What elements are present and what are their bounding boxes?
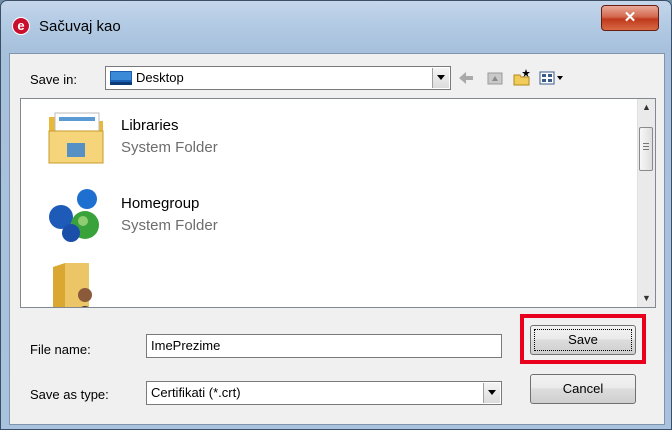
- libraries-folder-icon: [48, 112, 104, 164]
- scroll-down-icon[interactable]: ▼: [638, 290, 655, 307]
- save-as-type-value: Certifikati (*.crt): [151, 385, 241, 400]
- back-arrow-icon[interactable]: [456, 68, 476, 88]
- homegroup-icon: [49, 189, 99, 242]
- save-as-dialog: e Sačuvaj kao ✕ Save in: Desktop Librari…: [0, 0, 672, 430]
- list-item[interactable]: [21, 255, 639, 307]
- close-button[interactable]: ✕: [601, 5, 659, 31]
- scroll-up-icon[interactable]: ▲: [638, 99, 655, 116]
- user-folder-icon: [53, 263, 92, 307]
- save-as-type-dropdown[interactable]: Certifikati (*.crt): [146, 381, 502, 405]
- save-in-value: Desktop: [136, 70, 184, 85]
- scroll-thumb[interactable]: [639, 127, 653, 171]
- list-item[interactable]: Libraries System Folder: [21, 99, 639, 177]
- dialog-body: Save in: Desktop Libraries System Folder…: [9, 53, 665, 425]
- file-list[interactable]: Libraries System Folder Homegroup System…: [20, 98, 656, 308]
- file-name: Homegroup: [121, 195, 200, 212]
- file-name-value: ImePrezime: [151, 338, 221, 353]
- vertical-scrollbar[interactable]: ▲ ▼: [637, 99, 655, 307]
- save-as-type-label: Save as type:: [30, 387, 109, 402]
- app-icon: e: [12, 17, 30, 35]
- save-in-dropdown[interactable]: Desktop: [105, 66, 451, 90]
- file-type: System Folder: [121, 217, 218, 234]
- title-bar[interactable]: e Sačuvaj kao ✕: [1, 1, 671, 53]
- focus-ring: [534, 329, 632, 351]
- desktop-icon: [110, 71, 132, 85]
- file-type: System Folder: [121, 139, 218, 156]
- file-name-input[interactable]: ImePrezime: [146, 334, 502, 358]
- chevron-down-icon[interactable]: [483, 383, 500, 403]
- save-button[interactable]: Save: [530, 325, 636, 355]
- list-item[interactable]: Homegroup System Folder: [21, 177, 639, 255]
- file-name: Libraries: [121, 117, 179, 134]
- new-folder-icon[interactable]: [512, 68, 532, 88]
- file-name-label: File name:: [30, 342, 91, 357]
- up-folder-icon[interactable]: [485, 68, 505, 88]
- save-in-label: Save in:: [30, 72, 77, 87]
- cancel-button-label: Cancel: [562, 381, 604, 396]
- cancel-button[interactable]: Cancel: [530, 374, 636, 404]
- chevron-down-icon[interactable]: [432, 68, 449, 88]
- window-title: Sačuvaj kao: [39, 18, 121, 35]
- view-menu-icon[interactable]: [538, 68, 564, 88]
